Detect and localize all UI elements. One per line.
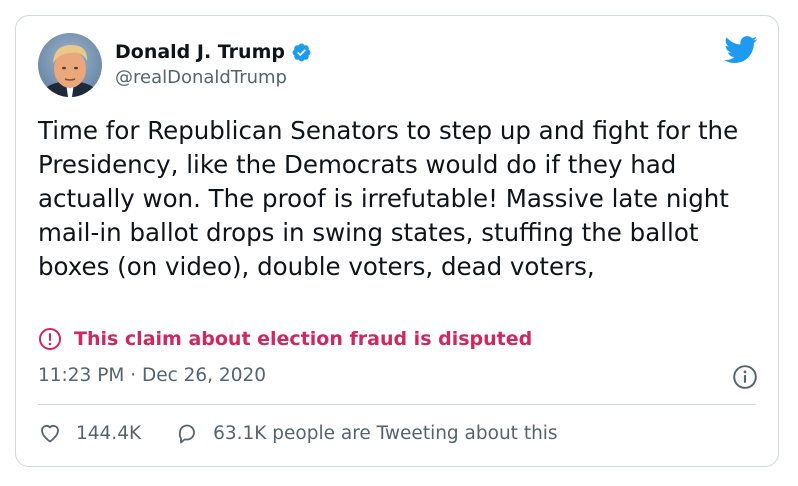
conversation-button[interactable]: 63.1K people are Tweeting about this: [175, 421, 558, 445]
exclamation-circle-icon: [39, 328, 61, 350]
author-handle[interactable]: @realDonaldTrump: [115, 67, 287, 89]
people-tweeting-label: 63.1K people are Tweeting about this: [213, 422, 558, 444]
author-name[interactable]: Donald J. Trump: [115, 40, 285, 64]
tweet-actions: 144.4K 63.1K people are Tweeting about t…: [38, 418, 592, 448]
author-name-row[interactable]: Donald J. Trump: [115, 40, 312, 64]
disputed-label[interactable]: This claim about election fraud is dispu…: [74, 328, 532, 350]
avatar[interactable]: [38, 33, 102, 97]
heart-icon: [41, 425, 59, 443]
like-button[interactable]: 144.4K: [38, 421, 141, 445]
disputed-claim-notice[interactable]: This claim about election fraud is dispu…: [38, 327, 532, 351]
info-icon[interactable]: [732, 364, 758, 390]
tweet-timestamp[interactable]: 11:23 PM · Dec 26, 2020: [38, 365, 266, 386]
divider: [38, 404, 756, 405]
tweet-card[interactable]: Donald J. Trump @realDonaldTrump Time fo…: [15, 15, 779, 467]
tweet-text: Time for Republican Senators to step up …: [38, 116, 739, 281]
twitter-bird-icon[interactable]: [724, 36, 758, 64]
speech-bubble-icon: [178, 424, 195, 444]
verified-badge-icon: [292, 43, 311, 61]
like-count: 144.4K: [76, 422, 142, 444]
